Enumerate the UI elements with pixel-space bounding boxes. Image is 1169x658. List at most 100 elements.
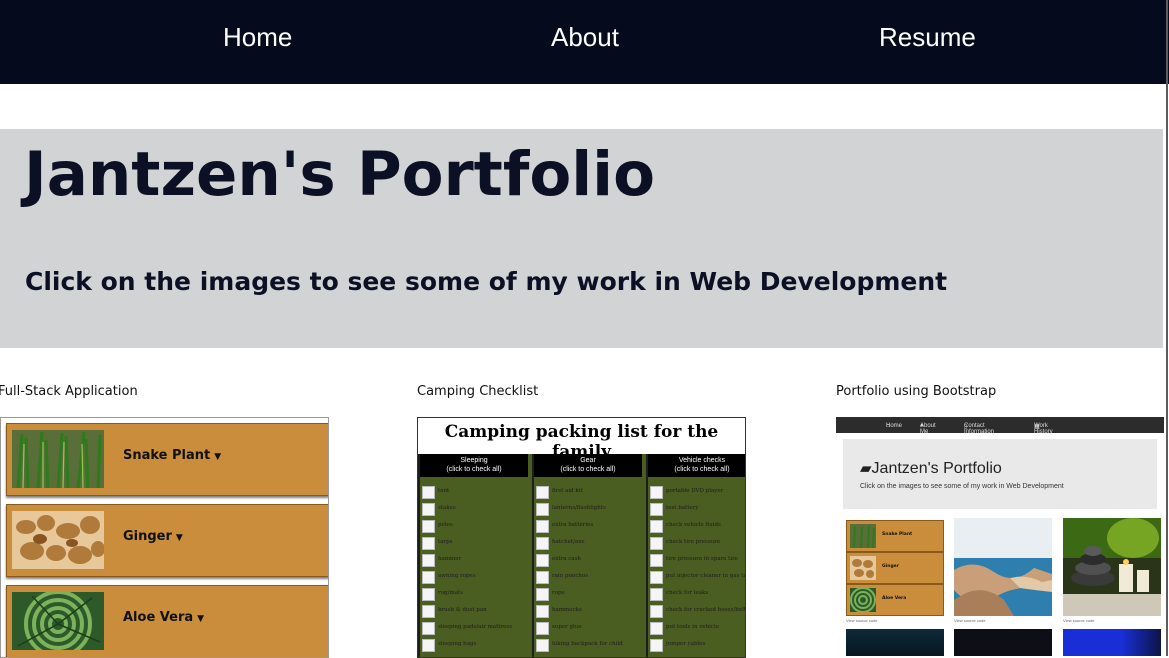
- checkbox[interactable]: [422, 605, 435, 618]
- checkbox[interactable]: [650, 622, 663, 635]
- checklist-item[interactable]: test battery: [650, 503, 745, 517]
- checklist-item[interactable]: rope: [536, 588, 640, 602]
- nav-about-link[interactable]: About: [551, 22, 619, 53]
- checklist-column-header[interactable]: Sleeping (click to check all): [420, 454, 528, 477]
- checkbox[interactable]: [536, 588, 549, 601]
- checklist-item[interactable]: tire pressure in spare tire: [650, 554, 745, 568]
- checkbox[interactable]: [536, 537, 549, 550]
- project-thumb-fullstack[interactable]: Snake Plant ▼ Ginger ▼ Aloe Vera ▼: [0, 417, 329, 658]
- mini-caption: View source code: [1063, 618, 1095, 623]
- checklist-item[interactable]: tarps: [422, 537, 526, 551]
- checklist-item[interactable]: first aid kit: [536, 486, 640, 500]
- checkbox[interactable]: [422, 554, 435, 567]
- checklist-item[interactable]: extra cash: [536, 554, 640, 568]
- checklist-item[interactable]: check vehicle fluids: [650, 520, 745, 534]
- checklist-item-label: super glue: [552, 624, 582, 630]
- checklist-item-label: rope: [552, 590, 565, 596]
- project-thumb-bootstrap[interactable]: ⌂ Home ● About Me ▯ Contact Information …: [836, 417, 1164, 656]
- nav-resume-link[interactable]: Resume: [879, 22, 976, 53]
- checkbox[interactable]: [422, 486, 435, 499]
- checkbox[interactable]: [536, 605, 549, 618]
- checklist-item[interactable]: super glue: [536, 622, 640, 636]
- checklist-item[interactable]: sleeping bags: [422, 639, 526, 653]
- column-header-hint: (click to check all): [446, 466, 502, 473]
- checklist-item-label: put tools in vehicle: [666, 624, 719, 630]
- project-thumb-camping[interactable]: Camping packing list for the family Slee…: [417, 417, 746, 658]
- checkbox[interactable]: [650, 588, 663, 601]
- checkbox[interactable]: [422, 571, 435, 584]
- checklist-item-label: test battery: [666, 505, 699, 511]
- project-label-camping[interactable]: Camping Checklist: [417, 384, 538, 399]
- checklist-item[interactable]: put injector cleaner in gas tank: [650, 571, 745, 585]
- nav-home-link[interactable]: Home: [223, 22, 292, 53]
- checklist-item[interactable]: brush & dust pan: [422, 605, 526, 619]
- checkbox[interactable]: [536, 520, 549, 533]
- checklist-item[interactable]: extra batteries: [536, 520, 640, 534]
- plant-card: Ginger ▼: [6, 504, 328, 577]
- checkbox[interactable]: [650, 503, 663, 516]
- checkbox[interactable]: [650, 537, 663, 550]
- checkbox[interactable]: [650, 639, 663, 652]
- checklist-item-label: tent: [438, 488, 450, 494]
- mini-navbar: ⌂ Home ● About Me ▯ Contact Information …: [836, 417, 1164, 435]
- checklist-item[interactable]: rain ponchos: [536, 571, 640, 585]
- checkbox[interactable]: [422, 588, 435, 601]
- checklist-item[interactable]: hiking backpack for child: [536, 639, 640, 653]
- mini-plant-card: Snake Plant: [846, 520, 944, 552]
- checklist-item[interactable]: hatchet/axe: [536, 537, 640, 551]
- checkbox[interactable]: [536, 486, 549, 499]
- mini-tile-plants: Snake Plant Ginger Aloe Vera: [836, 518, 944, 616]
- checkbox[interactable]: [422, 639, 435, 652]
- project-label-bootstrap[interactable]: Portfolio using Bootstrap: [836, 384, 996, 399]
- checklist-item[interactable]: hammocks: [536, 605, 640, 619]
- checklist-item[interactable]: portable DVD player: [650, 486, 745, 500]
- checkbox[interactable]: [650, 554, 663, 567]
- checklist-item[interactable]: check for leaks: [650, 588, 745, 602]
- column-header-hint: (click to check all): [560, 466, 616, 473]
- checklist-column-header[interactable]: Gear (click to check all): [534, 454, 642, 477]
- checkbox[interactable]: [422, 520, 435, 533]
- checklist-item[interactable]: sleeping pads/air mattress: [422, 622, 526, 636]
- checklist-item[interactable]: rug/mats: [422, 588, 526, 602]
- mini-plant-name: Aloe Vera: [882, 596, 907, 601]
- checklist-item-label: check for leaks: [666, 590, 709, 596]
- checklist-item[interactable]: awning ropes: [422, 571, 526, 585]
- mini-tile-dark-blue: [846, 629, 944, 656]
- plant-name: Ginger ▼: [123, 529, 183, 544]
- page-subtitle: Click on the images to see some of my wo…: [25, 267, 948, 296]
- mini-plant-name: Ginger: [882, 564, 899, 569]
- checklist-item-label: brush & dust pan: [438, 607, 487, 613]
- checkbox[interactable]: [536, 503, 549, 516]
- checkbox[interactable]: [650, 605, 663, 618]
- checkbox[interactable]: [422, 503, 435, 516]
- ginger-image: [850, 556, 876, 580]
- checkbox[interactable]: [536, 622, 549, 635]
- checklist-item[interactable]: hammer: [422, 554, 526, 568]
- checkbox[interactable]: [536, 571, 549, 584]
- column-header-hint: (click to check all): [674, 466, 730, 473]
- caret-down-icon: ▼: [214, 452, 222, 462]
- checkbox[interactable]: [536, 639, 549, 652]
- project-label-fullstack[interactable]: Full-Stack Application: [0, 384, 138, 399]
- checkbox[interactable]: [422, 622, 435, 635]
- checklist-item[interactable]: lanterns/flashlights: [536, 503, 640, 517]
- plant-name: Snake Plant ▼: [123, 448, 222, 463]
- top-navbar: Home About Resume: [0, 0, 1169, 84]
- checklist-item[interactable]: stakes: [422, 503, 526, 517]
- checklist-column: Gear (click to check all) first aid kit lan…: [532, 454, 642, 657]
- checkbox[interactable]: [422, 537, 435, 550]
- checklist-item[interactable]: poles: [422, 520, 526, 534]
- checklist-item[interactable]: check for cracked hoses/belts: [650, 605, 746, 619]
- checkbox[interactable]: [536, 554, 549, 567]
- checkbox[interactable]: [650, 520, 663, 533]
- checklist-column-header[interactable]: Vehicle checks (click to check all): [648, 454, 745, 477]
- column-header-label: Vehicle checks: [678, 457, 726, 464]
- checklist-item[interactable]: put tools in vehicle: [650, 622, 745, 636]
- checklist-item-label: check for cracked hoses/belts: [666, 607, 746, 613]
- checkbox[interactable]: [650, 486, 663, 499]
- checklist-item[interactable]: jumper cables: [650, 639, 745, 653]
- checklist-item[interactable]: check tire pressure: [650, 537, 745, 551]
- coast-photo-image: [954, 518, 1052, 616]
- checkbox[interactable]: [650, 571, 663, 584]
- checklist-item[interactable]: tent: [422, 486, 526, 500]
